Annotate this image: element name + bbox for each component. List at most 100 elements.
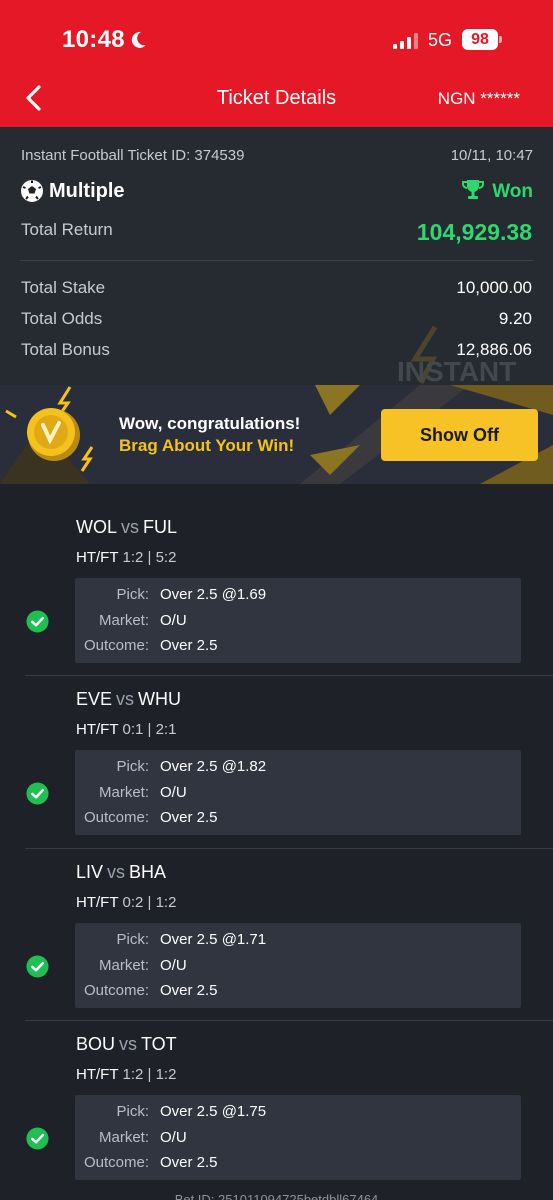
- congrats-text: Wow, congratulations!: [119, 414, 301, 433]
- outcome-value: Over 2.5: [160, 982, 218, 999]
- row-divider: [25, 848, 553, 849]
- total-odds-label: Total Odds: [21, 309, 103, 328]
- total-return-label: Total Return: [21, 220, 113, 239]
- away-team: FUL: [143, 517, 178, 537]
- won-check-icon: [26, 955, 49, 978]
- svg-text:INSTANT: INSTANT: [397, 356, 516, 385]
- outcome-label: Outcome:: [83, 637, 149, 654]
- away-team: WHU: [138, 689, 182, 709]
- selection-detail: Pick: Over 2.5 @1.71 Market: O/U Outcome: Ove…: [75, 923, 521, 1008]
- selection-row: LIV vs BHA HT/FT 0:2 | 1:2 Pick: Over 2.5 @1.7…: [0, 848, 553, 1020]
- market-label: Market:: [98, 1129, 149, 1146]
- vs-label: vs: [116, 689, 135, 709]
- pick-value: Over 2.5 @1.82: [160, 758, 267, 775]
- market-value: O/U: [160, 1129, 187, 1146]
- total-stake-value: 10,000.00: [456, 278, 532, 297]
- pick-value: Over 2.5 @1.71: [160, 931, 267, 948]
- pick-row: Pick: Over 2.5 @1.69: [75, 586, 521, 608]
- home-team: EVE: [76, 689, 113, 709]
- moon-icon: [131, 31, 146, 48]
- pick-label: Pick:: [116, 758, 149, 775]
- home-team: WOL: [76, 517, 118, 537]
- market-value: O/U: [160, 784, 187, 801]
- selection-detail: Pick: Over 2.5 @1.75 Market: O/U Outcome: Ove…: [75, 1095, 521, 1180]
- ht-ft-label: HT/FT: [76, 894, 119, 911]
- total-bonus-value: 12,886.06: [456, 340, 532, 359]
- ht-ft-score: HT/FT 0:2 | 1:2: [76, 894, 176, 911]
- outcome-value: Over 2.5: [160, 637, 218, 654]
- bet-type: Multiple: [49, 180, 125, 202]
- home-team: BOU: [76, 1034, 116, 1054]
- vs-label: vs: [119, 1034, 138, 1054]
- pick-row: Pick: Over 2.5 @1.71: [75, 931, 521, 953]
- ht-ft-score: HT/FT 1:2 | 1:2: [76, 1066, 176, 1083]
- selection-list: WOL vs FUL HT/FT 1:2 | 5:2 Pick: Over 2.5 @1.6…: [0, 503, 553, 1200]
- pick-label: Pick:: [116, 931, 149, 948]
- divider: [20, 260, 533, 261]
- selection-row: BOU vs TOT HT/FT 1:2 | 1:2 Pick: Over 2.5 @1.7…: [0, 1020, 553, 1192]
- row-divider: [25, 1020, 553, 1021]
- selection-row: EVE vs WHU HT/FT 0:1 | 2:1 Pick: Over 2.5 @1.8…: [0, 675, 553, 847]
- total-bonus-label: Total Bonus: [21, 340, 110, 359]
- show-off-button[interactable]: Show Off: [381, 409, 538, 461]
- won-check-icon: [26, 782, 49, 805]
- outcome-value: Over 2.5: [160, 1154, 218, 1171]
- match-teams: EVE vs WHU: [76, 689, 181, 710]
- selection-detail: Pick: Over 2.5 @1.69 Market: O/U Outcome: Ove…: [75, 578, 521, 663]
- market-row: Market: O/U: [75, 957, 521, 979]
- pick-row: Pick: Over 2.5 @1.82: [75, 758, 521, 780]
- ht-ft-label: HT/FT: [76, 549, 119, 566]
- outcome-row: Outcome: Over 2.5: [75, 809, 521, 831]
- pick-row: Pick: Over 2.5 @1.75: [75, 1103, 521, 1125]
- market-label: Market:: [98, 612, 149, 629]
- match-teams: LIV vs BHA: [76, 862, 166, 883]
- market-label: Market:: [98, 957, 149, 974]
- selection-detail: Pick: Over 2.5 @1.82 Market: O/U Outcome: Ove…: [75, 750, 521, 835]
- pick-value: Over 2.5 @1.69: [160, 586, 267, 603]
- market-value: O/U: [160, 957, 187, 974]
- ticket-summary: Instant Football Ticket ID: 374539 10/11…: [0, 127, 553, 385]
- market-value: O/U: [160, 612, 187, 629]
- ht-ft-score: HT/FT 1:2 | 5:2: [76, 549, 176, 566]
- market-row: Market: O/U: [75, 784, 521, 806]
- status-badge: Won: [492, 181, 533, 202]
- pick-label: Pick:: [116, 586, 149, 603]
- total-return-value: 104,929.38: [416, 219, 532, 245]
- app-header: 10:48 5G 98 Ticket Details NGN ******: [0, 0, 553, 127]
- ht-ft-score: HT/FT 0:1 | 2:1: [76, 721, 176, 738]
- market-row: Market: O/U: [75, 1129, 521, 1151]
- trophy-icon: [462, 180, 484, 199]
- outcome-row: Outcome: Over 2.5: [75, 982, 521, 1004]
- outcome-label: Outcome:: [83, 982, 149, 999]
- outcome-label: Outcome:: [83, 1154, 149, 1171]
- football-icon: [21, 180, 43, 202]
- market-label: Market:: [98, 784, 149, 801]
- vs-label: vs: [121, 517, 140, 537]
- brag-text: Brag About Your Win!: [119, 436, 295, 455]
- row-divider: [25, 675, 553, 676]
- signal-icon: [393, 33, 418, 49]
- ticket-id: Instant Football Ticket ID: 374539: [21, 147, 245, 164]
- vs-label: vs: [107, 862, 126, 882]
- ht-ft-label: HT/FT: [76, 721, 119, 738]
- score-value: 0:1 | 2:1: [122, 721, 177, 738]
- outcome-label: Outcome:: [83, 809, 149, 826]
- currency-balance[interactable]: NGN ******: [438, 89, 520, 109]
- score-value: 0:2 | 1:2: [122, 894, 177, 911]
- match-teams: WOL vs FUL: [76, 517, 177, 538]
- won-check-icon: [26, 1127, 49, 1150]
- away-team: TOT: [141, 1034, 177, 1054]
- coin-icon: [27, 408, 80, 461]
- won-check-icon: [26, 610, 49, 633]
- market-row: Market: O/U: [75, 612, 521, 634]
- home-team: LIV: [76, 862, 104, 882]
- total-odds-value: 9.20: [498, 309, 532, 328]
- pick-label: Pick:: [116, 1103, 149, 1120]
- away-team: BHA: [129, 862, 167, 882]
- outcome-row: Outcome: Over 2.5: [75, 637, 521, 659]
- match-teams: BOU vs TOT: [76, 1034, 177, 1055]
- total-stake-label: Total Stake: [21, 278, 106, 297]
- ticket-date: 10/11, 10:47: [450, 147, 533, 164]
- outcome-value: Over 2.5: [160, 809, 218, 826]
- score-value: 1:2 | 5:2: [122, 549, 177, 566]
